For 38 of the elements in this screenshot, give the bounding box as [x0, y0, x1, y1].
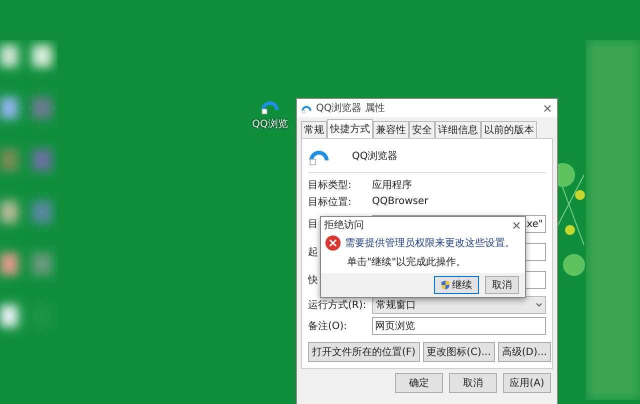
window-title: QQ浏览器 属性 [316, 102, 386, 115]
field-label: 运行方式(R): [308, 298, 368, 312]
tab[interactable]: 以前的版本 [481, 121, 537, 138]
close-icon [544, 104, 551, 112]
field-value: QQBrowser [372, 196, 428, 207]
desktop-shortcut[interactable]: QQ浏览 [248, 96, 292, 131]
tab[interactable]: 快捷方式 [327, 119, 373, 138]
app-name: QQ浏览器 [352, 150, 398, 163]
close-button[interactable] [542, 102, 553, 114]
dialog-button[interactable]: 应用(A) [503, 373, 551, 393]
action-button[interactable]: 更改图标(C)... [422, 342, 495, 362]
tab[interactable]: 兼容性 [373, 121, 409, 138]
field-label: 快 [308, 274, 319, 287]
field-value: 应用程序 [372, 178, 412, 192]
alert-message: 需要提供管理员权限来更改这些设置。 [345, 236, 515, 250]
close-button[interactable] [511, 220, 522, 230]
shortcut-label: QQ浏览 [252, 118, 288, 131]
input-field[interactable]: 网页浏览 [372, 316, 546, 334]
field-label: 目标位置: [308, 196, 352, 208]
dialog-button[interactable]: 取消 [449, 373, 497, 393]
error-icon [325, 235, 341, 251]
shield-icon [441, 280, 450, 290]
tab[interactable]: 安全 [409, 121, 435, 138]
field-label: 目标类型: [308, 178, 352, 192]
action-button[interactable]: 打开文件所在的位置(F) [308, 342, 420, 362]
caret-icon [536, 302, 542, 306]
alert-detail: 单击"继续"以完成此操作。 [346, 256, 468, 270]
tab[interactable]: 详细信息 [435, 121, 481, 138]
dialog-button[interactable]: 确定 [395, 373, 443, 393]
field-label: 目 [308, 218, 319, 231]
action-button[interactable]: 高级(D)... [498, 342, 551, 362]
close-icon [513, 222, 520, 228]
tab[interactable]: 常规 [301, 121, 327, 138]
field-label: 起 [308, 246, 319, 259]
alert-title: 拒绝访问 [324, 218, 364, 232]
alert-button[interactable]: 取消 [485, 276, 519, 294]
field-label: 备注(O): [308, 320, 348, 332]
alert-button[interactable]: 继续 [434, 276, 479, 294]
